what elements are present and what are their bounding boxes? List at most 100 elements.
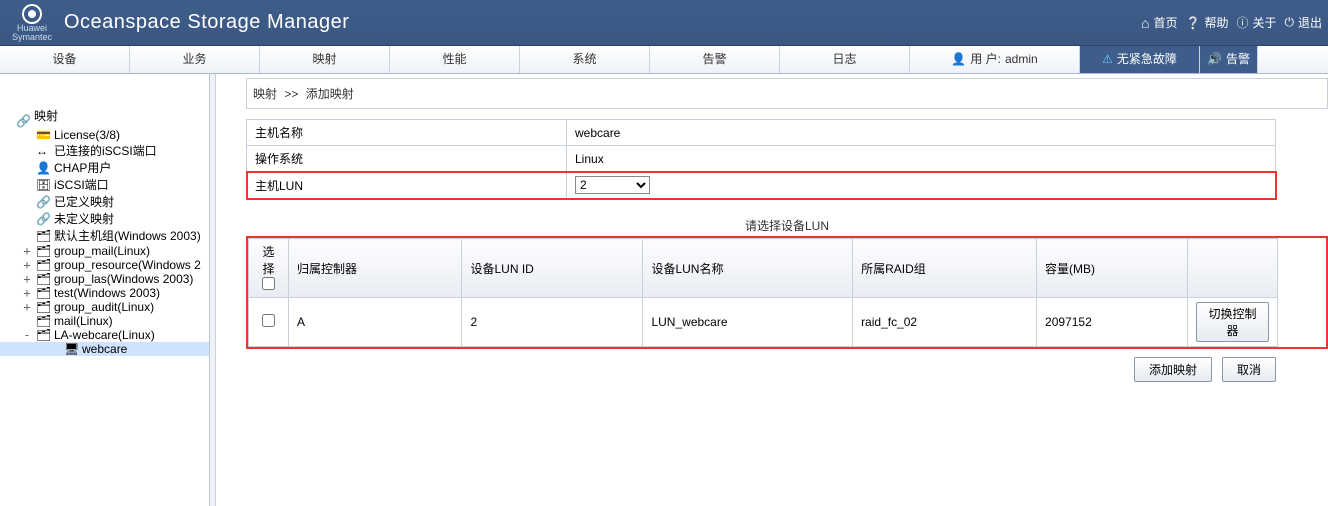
hostgrp-icon: 🗂 [36, 229, 50, 243]
no-urgent-fault[interactable]: 无紧急故障 [1080, 46, 1200, 73]
sidebar: 🔗 映射 💳 License(3/8)↔已连接的iSCSI端口 👤 CHAP用户🗄iS… [0, 74, 210, 506]
header-links: 首页 帮助 关于 退出 [1141, 14, 1328, 31]
sidebar-item-5[interactable]: 🔗 未定义映射 [0, 210, 209, 227]
sidebar-item-1[interactable]: ↔已连接的iSCSI端口 [0, 142, 209, 159]
home-icon [1141, 15, 1149, 31]
lun-row: A 2 LUN_webcare raid_fc_02 2097152 切换控制器 [249, 298, 1278, 347]
row-checkbox[interactable] [262, 314, 275, 327]
sidebar-item-label: 未定义映射 [54, 210, 114, 227]
sidebar-item-2[interactable]: 👤 CHAP用户 [0, 159, 209, 176]
crumb-current: 添加映射 [306, 87, 354, 101]
card-icon: 💳 [36, 128, 50, 142]
sidebar-item-14[interactable]: 🖥webcare [0, 342, 209, 356]
about-label: 关于 [1252, 14, 1276, 31]
host-lun-cell: 2 [567, 172, 1276, 199]
sidebar-item-6[interactable]: 🗂 默认主机组(Windows 2003) [0, 227, 209, 244]
row-hostname: 主机名称 webcare [247, 120, 1276, 146]
cell-capacity: 2097152 [1037, 298, 1188, 347]
host-info-table: 主机名称 webcare 操作系统 Linux 主机LUN 2 [246, 119, 1276, 199]
lun-table: 选择 归属控制器 设备LUN ID 设备LUN名称 所属RAID组 容量(MB)… [248, 238, 1278, 347]
crumb-root[interactable]: 映射 [253, 87, 277, 101]
col-raid[interactable]: 所属RAID组 [853, 239, 1037, 298]
tab-system[interactable]: 系统 [520, 46, 650, 73]
lun-section-title: 请选择设备LUN [246, 217, 1328, 234]
home-label: 首页 [1153, 14, 1177, 31]
expander-icon[interactable]: - [22, 328, 32, 342]
col-select-label: 选择 [257, 243, 280, 277]
body: 🔗 映射 💳 License(3/8)↔已连接的iSCSI端口 👤 CHAP用户🗄iS… [0, 74, 1328, 506]
sidebar-item-4[interactable]: 🔗已定义映射 [0, 193, 209, 210]
content: 映射 >> 添加映射 主机名称 webcare 操作系统 Linux 主机LUN… [216, 74, 1328, 506]
tab-alert[interactable]: 告警 [650, 46, 780, 73]
hostgrp-icon: 🗂 [36, 244, 50, 258]
sidebar-item-label: License(3/8) [54, 128, 120, 142]
link-icon: 🔗 [36, 212, 50, 226]
sidebar-item-label: group_mail(Linux) [54, 244, 150, 258]
sidebar-item-0[interactable]: 💳 License(3/8) [0, 128, 209, 142]
alarm-sound-tab[interactable]: 告警 [1200, 46, 1258, 73]
logo-icon [19, 4, 45, 24]
sidebar-item-label: 默认主机组(Windows 2003) [54, 227, 201, 244]
col-capacity[interactable]: 容量(MB) [1037, 239, 1188, 298]
row-os: 操作系统 Linux [247, 146, 1276, 172]
help-link[interactable]: 帮助 [1185, 14, 1228, 31]
switch-controller-button[interactable]: 切换控制器 [1196, 302, 1269, 342]
row-host-lun: 主机LUN 2 [247, 172, 1276, 199]
user-icon: 👤 [36, 161, 50, 175]
tab-device[interactable]: 设备 [0, 46, 130, 73]
about-icon [1236, 14, 1248, 31]
cell-raid: raid_fc_02 [853, 298, 1037, 347]
add-mapping-button[interactable]: 添加映射 [1134, 357, 1212, 382]
help-icon [1185, 16, 1200, 30]
crumb-sep: >> [284, 87, 298, 101]
tab-business[interactable]: 业务 [130, 46, 260, 73]
sidebar-item-7[interactable]: + 🗂 group_mail(Linux) [0, 244, 209, 258]
sidebar-item-3[interactable]: 🗄iSCSI端口 [0, 176, 209, 193]
user-indicator: 用 户:admin [910, 46, 1080, 73]
alert-icon [1102, 46, 1113, 73]
home-link[interactable]: 首页 [1141, 14, 1177, 31]
host-lun-select[interactable]: 2 [575, 176, 650, 194]
col-controller[interactable]: 归属控制器 [289, 239, 462, 298]
user-name: admin [1005, 46, 1038, 73]
select-all-checkbox[interactable] [262, 277, 275, 290]
help-label: 帮助 [1204, 14, 1228, 31]
lun-header-row: 选择 归属控制器 设备LUN ID 设备LUN名称 所属RAID组 容量(MB) [249, 239, 1278, 298]
tab-log[interactable]: 日志 [780, 46, 910, 73]
top-header: Huawei Symantec Oceanspace Storage Manag… [0, 0, 1328, 46]
os-value: Linux [567, 146, 1276, 172]
sidebar-item-13[interactable]: -🗂 LA-webcare(Linux) [0, 328, 209, 342]
expander-icon[interactable]: + [22, 300, 32, 314]
tab-performance[interactable]: 性能 [390, 46, 520, 73]
sidebar-item-10[interactable]: + 🗂 test(Windows 2003) [0, 286, 209, 300]
sidebar-item-label: CHAP用户 [54, 159, 111, 176]
cell-controller: A [289, 298, 462, 347]
hostgrp-icon: 🗂 [36, 286, 50, 300]
hostgrp-icon: 🗂 [36, 328, 50, 342]
sidebar-item-8[interactable]: +🗂group_resource(Windows 2 [0, 258, 209, 272]
hostgrp-icon: 🗂 [36, 258, 50, 272]
sidebar-item-11[interactable]: +🗂group_audit(Linux) [0, 300, 209, 314]
port2-icon: 🗄 [36, 178, 50, 192]
sidebar-item-label: test(Windows 2003) [54, 286, 160, 300]
sidebar-item-label: mail(Linux) [54, 314, 113, 328]
os-label: 操作系统 [247, 146, 567, 172]
mapping-icon: 🔗 [16, 109, 30, 123]
no-alert-label: 无紧急故障 [1117, 46, 1177, 73]
sidebar-item-9[interactable]: +🗂group_las(Windows 2003) [0, 272, 209, 286]
col-devname[interactable]: 设备LUN名称 [643, 239, 853, 298]
tab-mapping[interactable]: 映射 [260, 46, 390, 73]
tree-root[interactable]: 🔗 映射 [0, 104, 209, 128]
menubar: 设备 业务 映射 性能 系统 告警 日志 用 户:admin 无紧急故障 告警 [0, 46, 1328, 74]
cancel-button[interactable]: 取消 [1222, 357, 1276, 382]
col-devid[interactable]: 设备LUN ID [462, 239, 643, 298]
sidebar-item-12[interactable]: 🗂mail(Linux) [0, 314, 209, 328]
expander-icon[interactable]: + [22, 286, 32, 300]
exit-link[interactable]: 退出 [1284, 14, 1322, 31]
alarm-label: 告警 [1226, 46, 1250, 73]
sidebar-item-label: LA-webcare(Linux) [54, 328, 155, 342]
expander-icon[interactable]: + [22, 258, 32, 272]
about-link[interactable]: 关于 [1236, 14, 1276, 31]
expander-icon[interactable]: + [22, 272, 32, 286]
expander-icon[interactable]: + [22, 244, 32, 258]
